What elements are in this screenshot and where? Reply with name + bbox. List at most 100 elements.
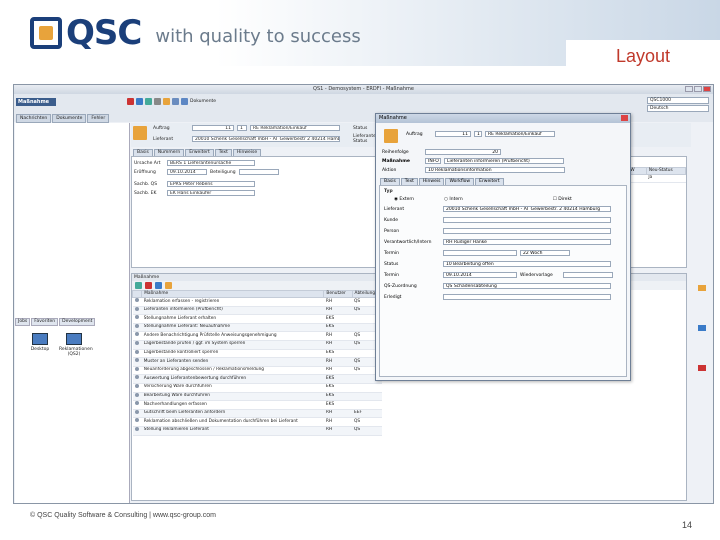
dialog-field-label: Erledigt: [384, 294, 402, 300]
dialog-field-input[interactable]: [443, 294, 611, 300]
table-row[interactable]: Neuanforderung abgeschlossen / Reklamati…: [132, 366, 382, 376]
positions-header[interactable]: Neu-Status: [645, 167, 687, 175]
close-window-button[interactable]: [703, 86, 711, 92]
print-icon[interactable]: [163, 98, 170, 105]
table-cell: RH: [323, 417, 353, 427]
dialog-auftrag-type-select[interactable]: RE Reklamation/Einkauf: [485, 131, 555, 137]
table-cell: Lagerbestände kontrolliert sperren: [141, 349, 324, 359]
row-status-cell: [132, 323, 142, 333]
massnahmen-header[interactable]: Benutzer: [323, 290, 353, 298]
beteiligung-field[interactable]: [239, 169, 279, 175]
massnahme-field[interactable]: Lieferanten informieren (Prüfbericht): [444, 158, 564, 164]
table-cell: RH: [323, 366, 353, 376]
dokumente-icon[interactable]: [181, 98, 188, 105]
ursache-field[interactable]: BERS 1 Lieferantenursache: [167, 160, 255, 166]
typ-extern-radio[interactable]: ◉ Extern: [394, 197, 414, 202]
aktion-select[interactable]: 10 Reklamationsinformation: [425, 167, 565, 173]
edit-massnahme-icon[interactable]: [155, 282, 162, 289]
dialog-field-input[interactable]: QS Schadensabteilung: [443, 283, 611, 289]
reklamationen-item[interactable]: Reklamationen (QS2): [59, 333, 93, 357]
new-icon[interactable]: [145, 98, 152, 105]
auftrag-field[interactable]: 11: [192, 125, 234, 131]
dialog-field-input[interactable]: 20010 Schenk Gesellschaft mbH - AT Gewer…: [443, 206, 611, 212]
table-cell: Bearbeitung Ware durchführen: [141, 392, 324, 402]
eroeffnung-field[interactable]: 09.10.2014: [167, 169, 207, 175]
dialog-field-label: QS-Zuordnung: [384, 283, 417, 289]
massnahmen-header[interactable]: [131, 290, 143, 298]
table-row[interactable]: Muster an Lieferanten senden RH QS: [132, 357, 382, 367]
nav-tab-nachrichten[interactable]: Nachrichten: [16, 114, 52, 123]
table-row[interactable]: Nachverhandlungen erfassen EKS: [132, 400, 382, 410]
sachb-ek-field[interactable]: EK Hans Einkäufer: [167, 190, 255, 196]
dialog-field-input[interactable]: [443, 250, 517, 256]
table-cell: RH: [323, 340, 353, 350]
dialog-field-input[interactable]: [443, 228, 611, 234]
row-status-icon: [134, 358, 139, 363]
table-row[interactable]: Bearbeitung Ware durchführen EKS: [132, 392, 382, 402]
sachb-qs-field[interactable]: EPRS Peter Rebens: [167, 181, 255, 187]
add-massnahme-icon[interactable]: [135, 282, 142, 289]
info-icon[interactable]: [172, 98, 179, 105]
delete-icon[interactable]: [127, 98, 134, 105]
left-tab-favoriten[interactable]: Favoriten: [31, 318, 59, 326]
language-select[interactable]: Deutsch: [647, 105, 709, 112]
dialog-field-extra-input[interactable]: [563, 272, 613, 278]
dialog-field-input[interactable]: 09.10.2014: [443, 272, 517, 278]
minimize-button[interactable]: [685, 86, 693, 92]
copy-icon[interactable]: [154, 98, 161, 105]
massnahmen-header[interactable]: Maßnahme: [141, 290, 325, 298]
table-row[interactable]: Lagerbestände kontrolliert sperren EKS: [132, 349, 382, 359]
reihenfolge-field[interactable]: 20: [425, 149, 501, 155]
table-cell: Andere Benachrichtigung Prüfstelle Anwei…: [141, 331, 324, 341]
export-icon[interactable]: [165, 282, 172, 289]
nav-tab-dokumente[interactable]: Dokumente: [52, 114, 87, 123]
table-cell: RH: [323, 331, 353, 341]
table-row[interactable]: Lieferanten informieren (Prüfbericht) RH Q…: [132, 306, 382, 316]
table-cell: Lieferanten informieren (Prüfbericht): [141, 306, 324, 316]
table-row[interactable]: Stellung reklamieren Lieferant RH QS: [132, 426, 382, 436]
nav-tab-fehler[interactable]: Fehler: [87, 114, 110, 123]
table-row[interactable]: Reklamation abschließen und Dokumentatio…: [132, 417, 382, 427]
side-nav-icon[interactable]: [698, 325, 706, 331]
table-cell: EEF: [352, 409, 382, 419]
toolbar-icons: Dokumente: [127, 98, 216, 105]
side-arrow-icon[interactable]: [698, 285, 706, 291]
side-delete-icon[interactable]: [698, 365, 706, 371]
left-tab-jobs[interactable]: Jobs: [15, 318, 31, 326]
table-row[interactable]: Auswertung Lieferantenbewertung durchfüh…: [132, 374, 382, 384]
dialog-field-input[interactable]: 10 Bearbeitung offen: [443, 261, 611, 267]
table-row[interactable]: Reklamation erfassen - registrieren RH QS: [132, 297, 382, 307]
table-row[interactable]: Stellungnahme Lieferant: Neuaufnahme EKS: [132, 323, 382, 333]
dialog-field-label: Verantwortlich/Intern: [384, 239, 432, 245]
maximize-button[interactable]: [694, 86, 702, 92]
table-row[interactable]: Versicherung Ware durchführen EKS: [132, 383, 382, 393]
row-status-cell: [132, 314, 142, 324]
save-icon[interactable]: [136, 98, 143, 105]
remove-massnahme-icon[interactable]: [145, 282, 152, 289]
table-row[interactable]: Gutschrift beim Lieferanten anfordern RH E…: [132, 409, 382, 419]
dialog-auftrag-pos-field[interactable]: 1: [474, 131, 482, 137]
massnahme-code-field[interactable]: INFO: [425, 158, 441, 164]
auftrag-pos-field[interactable]: 1: [237, 125, 247, 131]
table-cell: RH: [323, 409, 353, 419]
left-tab-development[interactable]: Development: [59, 318, 96, 326]
row-status-cell: [132, 409, 142, 419]
row-status-icon: [134, 306, 139, 311]
table-row[interactable]: Stellungnahme Lieferant erhalten EKS: [132, 314, 382, 324]
reklamationen-icon: [66, 333, 82, 345]
table-cell: [352, 383, 382, 393]
dialog-field-input[interactable]: [443, 217, 611, 223]
client-select[interactable]: QSC1000: [647, 97, 709, 104]
auftrag-type-select[interactable]: RE Reklamation/Einkauf: [250, 125, 340, 131]
typ-intern-radio[interactable]: ○ Intern: [444, 197, 463, 202]
lieferant-field[interactable]: 20010 Schenk Gesellschaft mbH - AT Gewer…: [192, 136, 340, 142]
typ-direkt-checkbox[interactable]: ☐ Direkt: [553, 197, 572, 202]
table-row[interactable]: Andere Benachrichtigung Prüfstelle Anwei…: [132, 331, 382, 341]
dialog-close-button[interactable]: [621, 115, 628, 121]
desktop-item[interactable]: Desktop: [25, 333, 55, 352]
dialog-field-extra-input[interactable]: 22 Woch: [520, 250, 570, 256]
row-status-icon: [134, 383, 139, 388]
dialog-field-input[interactable]: RH Rüdiger Hanke: [443, 239, 611, 245]
table-row[interactable]: Lagerbestände prüfen / ggf. im System sp…: [132, 340, 382, 350]
dialog-auftrag-field[interactable]: 11: [435, 131, 471, 137]
